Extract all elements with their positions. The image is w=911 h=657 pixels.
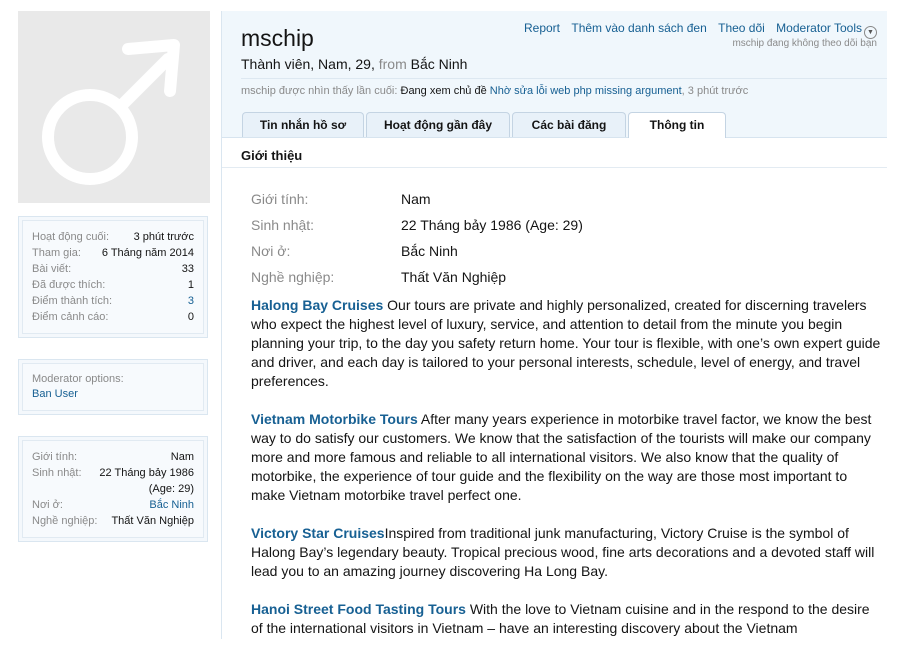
- moderator-tools-label: Moderator Tools: [776, 21, 862, 35]
- info-row: Sinh nhật: 22 Tháng bảy 1986: [32, 465, 194, 481]
- stats-box: Hoạt động cuối: 3 phút trước Tham gia: 6 T…: [18, 216, 208, 338]
- stat-label: Bài viết:: [32, 263, 72, 275]
- avatar[interactable]: [18, 11, 210, 203]
- field-label: Nơi ở:: [251, 243, 291, 259]
- moderator-box: Moderator options: Ban User: [18, 359, 208, 415]
- stat-row: Tham gia: 6 Tháng năm 2014: [32, 245, 194, 261]
- info-value: 22 Tháng bảy 1986: [99, 467, 194, 479]
- stat-row: Điểm cảnh cáo: 0: [32, 309, 194, 325]
- field-label: Giới tính:: [251, 191, 309, 207]
- info-value: Thất Văn Nghiệp: [111, 515, 194, 527]
- info-value: Nam: [170, 451, 194, 463]
- report-link[interactable]: Report: [524, 21, 560, 35]
- section-divider: [222, 167, 887, 168]
- stat-row: Đã được thích: 1: [32, 277, 194, 293]
- user-blurb-from: from: [378, 56, 407, 72]
- info-label: Nghề nghiệp:: [32, 515, 98, 527]
- info-row: Nghề nghiệp: Thất Văn Nghiệp: [32, 513, 194, 529]
- stat-row: Điểm thành tích: 3: [32, 293, 194, 309]
- follow-note: mschip đang không theo dõi bạn: [732, 38, 877, 49]
- about-paragraph: Victory Star CruisesInspired from tradit…: [251, 524, 883, 581]
- last-seen-time: , 3 phút trước: [681, 85, 749, 97]
- info-row: (Age: 29): [32, 481, 194, 497]
- info-row: Nơi ở: Bắc Ninh: [32, 497, 194, 513]
- moderator-title: Moderator options:: [32, 373, 124, 385]
- stat-label: Điểm cảnh cáo:: [32, 311, 109, 323]
- stat-row: Hoạt động cuối: 3 phút trước: [32, 229, 194, 245]
- about-paragraph: Hanoi Street Food Tasting Tours With the…: [251, 600, 883, 638]
- about-paragraph: Halong Bay Cruises Our tours are private…: [251, 296, 883, 391]
- stat-row: Bài viết: 33: [32, 261, 194, 277]
- last-seen: mschip được nhìn thấy lần cuối: Đang xem…: [241, 85, 748, 97]
- section-title: Giới thiệu: [241, 148, 303, 163]
- field-label: Sinh nhật:: [251, 217, 315, 233]
- username: mschip: [241, 25, 314, 51]
- user-blurb: Thành viên, Nam, 29, from Bắc Ninh: [241, 56, 467, 72]
- user-location-link[interactable]: Bắc Ninh: [411, 56, 468, 72]
- field-value: Nam: [401, 191, 431, 207]
- about-link[interactable]: Vietnam Motorbike Tours: [251, 411, 418, 427]
- about-text: Halong Bay Cruises Our tours are private…: [251, 296, 883, 657]
- ban-user-link[interactable]: Ban User: [32, 388, 78, 400]
- location-link[interactable]: Bắc Ninh: [149, 497, 194, 513]
- info-age: (Age: 29): [148, 483, 194, 495]
- about-link[interactable]: Victory Star Cruises: [251, 525, 385, 541]
- info-field: Nơi ở: Bắc Ninh: [251, 238, 583, 264]
- about-link[interactable]: Halong Bay Cruises: [251, 297, 383, 313]
- profile-tabs: Tin nhắn hồ sơ Hoạt động gần đây Các bài…: [242, 112, 728, 138]
- profile-header: mschip Thành viên, Nam, 29, from Bắc Nin…: [222, 11, 887, 138]
- info-label: Giới tính:: [32, 451, 78, 463]
- info-box: Giới tính: Nam Sinh nhật: 22 Tháng bảy 198…: [18, 436, 208, 542]
- info-field: Giới tính: Nam: [251, 186, 583, 212]
- stat-label: Hoạt động cuối:: [32, 231, 110, 243]
- stat-label: Tham gia:: [32, 247, 81, 259]
- field-value: 22 Tháng bảy 1986 (Age: 29): [401, 217, 583, 233]
- info-label: Nơi ở:: [32, 499, 63, 511]
- info-field: Sinh nhật: 22 Tháng bảy 1986 (Age: 29): [251, 212, 583, 238]
- male-symbol-icon: [42, 39, 180, 185]
- stat-value: 6 Tháng năm 2014: [101, 247, 194, 259]
- info-row: Giới tính: Nam: [32, 449, 194, 465]
- stat-value: 0: [187, 311, 194, 323]
- tab-profile-posts[interactable]: Tin nhắn hồ sơ: [242, 112, 364, 137]
- field-label: Nghề nghiệp:: [251, 269, 335, 285]
- tab-information[interactable]: Thông tin: [628, 112, 726, 138]
- about-link[interactable]: Hanoi Street Food Tasting Tours: [251, 601, 466, 617]
- profile-action-links: Report Thêm vào danh sách đen Theo dõi M…: [516, 21, 877, 39]
- moderator-tools-link[interactable]: Moderator Tools ▼: [776, 21, 877, 39]
- stat-value: 33: [181, 263, 194, 275]
- about-paragraph: Vietnam Motorbike Tours After many years…: [251, 410, 883, 505]
- field-value: Bắc Ninh: [401, 243, 458, 259]
- field-value: Thất Văn Nghiệp: [401, 269, 507, 285]
- trophy-points-link[interactable]: 3: [188, 293, 194, 309]
- info-list: Giới tính: Nam Sinh nhật: 22 Tháng bảy 198…: [251, 186, 583, 290]
- tab-postings[interactable]: Các bài đăng: [512, 112, 626, 137]
- stat-label: Đã được thích:: [32, 279, 106, 291]
- header-divider: [241, 78, 887, 79]
- info-label: Sinh nhật:: [32, 467, 82, 479]
- ignore-link[interactable]: Thêm vào danh sách đen: [571, 21, 706, 35]
- user-blurb-text: Thành viên, Nam, 29,: [241, 56, 375, 72]
- info-field: Nghề nghiệp: Thất Văn Nghiệp: [251, 264, 583, 290]
- last-seen-action: Đang xem chủ đề: [400, 85, 487, 97]
- last-seen-thread-link[interactable]: Nhờ sửa lỗi web php missing argument: [490, 85, 682, 97]
- follow-link[interactable]: Theo dõi: [718, 21, 765, 35]
- stat-value: 1: [187, 279, 194, 291]
- tab-recent-activity[interactable]: Hoạt động gần đây: [366, 112, 510, 137]
- profile-main: mschip Thành viên, Nam, 29, from Bắc Nin…: [221, 11, 887, 639]
- stat-label: Điểm thành tích:: [32, 295, 113, 307]
- last-seen-prefix: mschip được nhìn thấy lần cuối:: [241, 85, 398, 97]
- stat-value: 3 phút trước: [133, 231, 194, 243]
